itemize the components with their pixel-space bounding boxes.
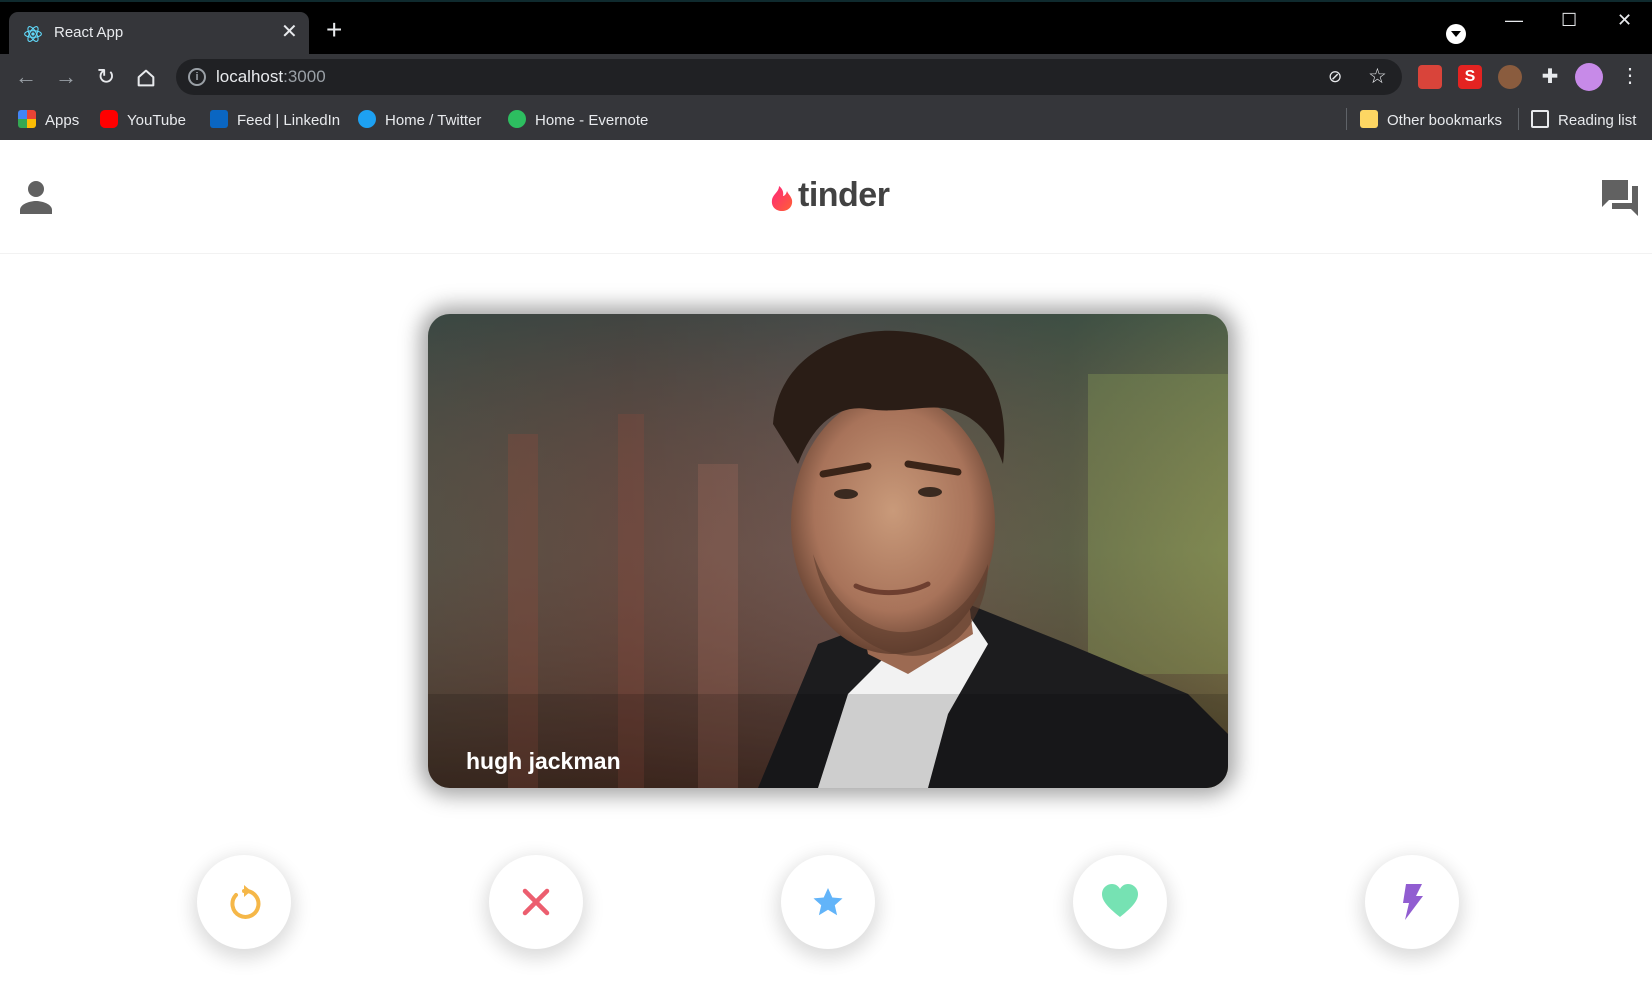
eye-off-icon[interactable]: ⊘ <box>1328 67 1342 87</box>
browser-menu-icon[interactable]: ⋮ <box>1620 63 1640 88</box>
close-window-button[interactable]: ✕ <box>1617 10 1632 31</box>
logo-wordmark: tinder <box>798 176 890 214</box>
extension-icon-1[interactable] <box>1418 65 1442 89</box>
browser-tab-strip: React App ✕ + — ☐ ✕ <box>0 0 1652 54</box>
extension-icon-3[interactable] <box>1498 65 1522 89</box>
tab-search-icon[interactable] <box>1446 24 1466 44</box>
bookmarks-bar: Apps YouTube Feed | LinkedIn Home / Twit… <box>0 100 1652 140</box>
tab-strip-accent-line <box>0 0 1652 2</box>
heart-icon <box>1102 884 1138 917</box>
nope-button[interactable] <box>489 855 583 949</box>
star-icon <box>813 888 843 916</box>
profile-avatar-icon[interactable] <box>1575 63 1603 91</box>
twitter-icon <box>358 110 376 128</box>
close-icon <box>522 888 550 916</box>
profile-card[interactable]: hugh jackman <box>428 314 1228 788</box>
bookmark-twitter[interactable]: Home / Twitter <box>358 110 481 130</box>
profile-photo <box>428 314 1228 788</box>
chat-icon[interactable] <box>1600 178 1640 216</box>
folder-icon <box>1360 110 1378 128</box>
bookmark-apps[interactable]: Apps <box>18 110 79 130</box>
replay-icon <box>230 885 261 919</box>
browser-toolbar: ← → ↻ i localhost:3000 ⊘ ☆ S ✚ ⋮ <box>0 54 1652 100</box>
new-tab-button[interactable]: + <box>326 16 342 44</box>
bookmark-evernote[interactable]: Home - Evernote <box>508 110 648 130</box>
lightning-icon <box>1403 884 1423 920</box>
app-header: tinder <box>0 140 1652 254</box>
like-button[interactable] <box>1073 855 1167 949</box>
person-icon[interactable] <box>20 180 52 214</box>
reload-icon[interactable]: ↻ <box>93 64 119 90</box>
linkedin-icon <box>210 110 228 128</box>
site-info-icon[interactable]: i <box>188 68 206 86</box>
address-bar[interactable]: i localhost:3000 ⊘ ☆ <box>176 59 1402 95</box>
maximize-button[interactable]: ☐ <box>1561 10 1577 31</box>
boost-button[interactable] <box>1365 855 1459 949</box>
bookmarks-separator <box>1518 108 1519 130</box>
back-arrow-icon[interactable]: ← <box>13 64 39 90</box>
forward-arrow-icon[interactable]: → <box>53 64 79 90</box>
tab-close-icon[interactable]: ✕ <box>281 22 298 42</box>
youtube-icon <box>100 110 118 128</box>
home-icon[interactable] <box>135 67 157 89</box>
extension-icon-s[interactable]: S <box>1458 65 1482 89</box>
react-icon <box>24 26 42 42</box>
extensions-puzzle-icon[interactable]: ✚ <box>1538 65 1562 89</box>
super-like-button[interactable] <box>781 855 875 949</box>
bookmark-linkedin[interactable]: Feed | LinkedIn <box>210 110 340 130</box>
profile-name: hugh jackman <box>466 748 621 774</box>
tab-title: React App <box>54 24 124 41</box>
minimize-button[interactable]: — <box>1505 10 1523 31</box>
evernote-icon <box>508 110 526 128</box>
bookmark-other[interactable]: Other bookmarks <box>1360 110 1502 130</box>
replay-button[interactable] <box>197 855 291 949</box>
flame-icon <box>771 186 793 211</box>
reading-list-icon <box>1531 110 1549 128</box>
browser-tab-react-app[interactable]: React App ✕ <box>9 12 309 54</box>
bookmark-youtube[interactable]: YouTube <box>100 110 186 130</box>
bookmarks-separator <box>1346 108 1347 130</box>
reading-list[interactable]: Reading list <box>1531 110 1636 130</box>
url-text: localhost:3000 <box>216 67 326 86</box>
bookmark-star-icon[interactable]: ☆ <box>1368 64 1387 89</box>
apps-grid-icon <box>18 110 36 128</box>
